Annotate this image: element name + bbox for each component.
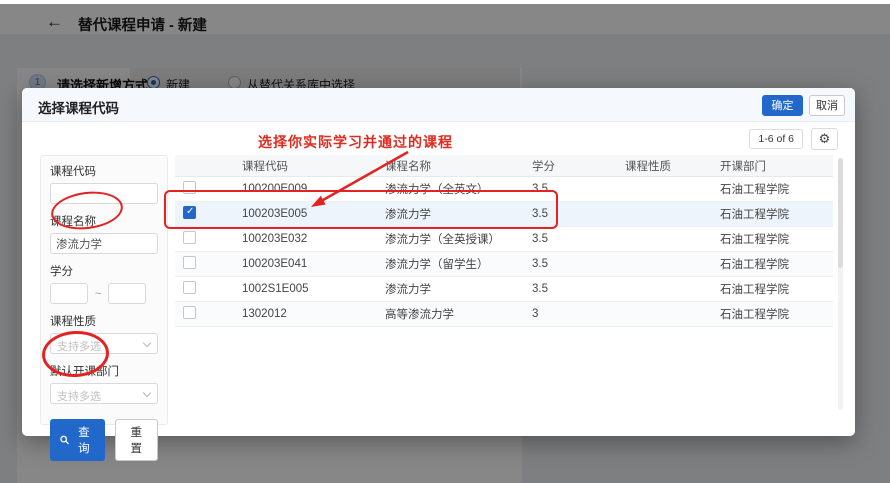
table-row[interactable]: 100203E041 渗流力学（留学生） 3.5 石油工程学院 — [175, 252, 833, 277]
row-checkbox[interactable] — [183, 181, 196, 194]
cell-name: 高等渗流力学 — [385, 306, 532, 322]
cell-credits: 3.5 — [532, 233, 625, 245]
course-name-label: 课程名称 — [50, 213, 158, 229]
cell-credits: 3 — [532, 308, 625, 320]
table-row-selected[interactable]: 100203E005 渗流力学 3.5 石油工程学院 — [175, 202, 833, 227]
screen: ← 替代课程申请 - 新建 1 请选择新增方式 新建 从替代关系库中选择 选择课… — [0, 0, 890, 483]
credits-range-separator: ~ — [95, 288, 101, 300]
department-label: 默认开课部门 — [50, 363, 158, 379]
red-annotation-text: 选择你实际学习并通过的课程 — [258, 132, 453, 152]
department-select[interactable]: 支持多选 — [50, 383, 158, 404]
cell-code: 100203E005 — [242, 208, 385, 220]
cell-dept: 石油工程学院 — [720, 256, 833, 272]
header-credits: 学分 — [532, 158, 625, 174]
cell-credits: 3.5 — [532, 283, 625, 295]
cell-name: 渗流力学 — [385, 281, 532, 297]
department-placeholder: 支持多选 — [57, 388, 101, 404]
scrollbar-thumb[interactable] — [838, 158, 843, 268]
row-checkbox[interactable] — [183, 231, 196, 244]
cell-dept: 石油工程学院 — [720, 231, 833, 247]
header-name: 课程名称 — [385, 158, 532, 174]
pagination-info: 1-6 of 6 — [749, 129, 803, 149]
cell-code: 100203E032 — [242, 233, 385, 245]
confirm-button[interactable]: 确定 — [762, 95, 803, 116]
header-dept: 开课部门 — [720, 158, 833, 174]
reset-button[interactable]: 重置 — [115, 419, 158, 461]
course-table: 课程代码 课程名称 学分 课程性质 开课部门 100200E009 渗流力学（全… — [175, 155, 833, 327]
cell-dept: 石油工程学院 — [720, 181, 833, 197]
cell-code: 100203E041 — [242, 258, 385, 270]
cell-code: 100200E009 — [242, 183, 385, 195]
cell-credits: 3.5 — [532, 258, 625, 270]
table-header-row: 课程代码 课程名称 学分 课程性质 开课部门 — [175, 155, 833, 177]
row-checkbox[interactable] — [183, 306, 196, 319]
table-row[interactable]: 100203E032 渗流力学（全英授课） 3.5 石油工程学院 — [175, 227, 833, 252]
cell-credits: 3.5 — [532, 208, 625, 220]
search-icon — [60, 435, 69, 445]
cell-name: 渗流力学 — [385, 206, 532, 222]
filter-panel: 课程代码 课程名称 学分 ~ 课程性质 支持多选 默认开课部门 支持多选 — [40, 155, 168, 425]
modal-title: 选择课程代码 — [38, 97, 119, 117]
cell-code: 1002S1E005 — [242, 283, 385, 295]
chevron-down-icon — [143, 389, 151, 397]
search-button[interactable]: 查询 — [50, 419, 105, 461]
course-nature-label: 课程性质 — [50, 313, 158, 329]
credits-max-input[interactable] — [108, 283, 146, 304]
select-course-modal: 选择课程代码 确定 取消 选择你实际学习并通过的课程 1-6 of 6 ⚙ 课程… — [22, 88, 855, 436]
course-code-label: 课程代码 — [50, 163, 158, 179]
table-row[interactable]: 1002S1E005 渗流力学 3.5 石油工程学院 — [175, 277, 833, 302]
cell-dept: 石油工程学院 — [720, 206, 833, 222]
header-code: 课程代码 — [242, 158, 385, 174]
row-checkbox[interactable] — [183, 281, 196, 294]
row-checkbox[interactable] — [183, 256, 196, 269]
course-code-input[interactable] — [50, 183, 158, 204]
modal-header: 选择课程代码 确定 取消 — [22, 88, 855, 122]
cell-code: 1302012 — [242, 308, 385, 320]
row-checkbox-checked[interactable] — [183, 206, 196, 219]
course-name-input[interactable] — [50, 233, 158, 254]
cancel-button[interactable]: 取消 — [809, 95, 845, 116]
course-nature-placeholder: 支持多选 — [57, 338, 101, 354]
chevron-down-icon — [143, 339, 151, 347]
gear-icon[interactable]: ⚙ — [811, 128, 838, 150]
cell-dept: 石油工程学院 — [720, 281, 833, 297]
table-row[interactable]: 100200E009 渗流力学（全英文） 3.5 石油工程学院 — [175, 177, 833, 202]
course-nature-select[interactable]: 支持多选 — [50, 333, 158, 354]
cell-dept: 石油工程学院 — [720, 306, 833, 322]
header-nature: 课程性质 — [625, 158, 720, 174]
scrollbar[interactable] — [838, 158, 843, 410]
cell-name: 渗流力学（全英文） — [385, 181, 532, 197]
credits-label: 学分 — [50, 263, 158, 279]
search-button-label: 查询 — [73, 424, 94, 456]
table-row[interactable]: 1302012 高等渗流力学 3 石油工程学院 — [175, 302, 833, 327]
cell-credits: 3.5 — [532, 183, 625, 195]
credits-min-input[interactable] — [50, 283, 88, 304]
cell-name: 渗流力学（留学生） — [385, 256, 532, 272]
cell-name: 渗流力学（全英授课） — [385, 231, 532, 247]
